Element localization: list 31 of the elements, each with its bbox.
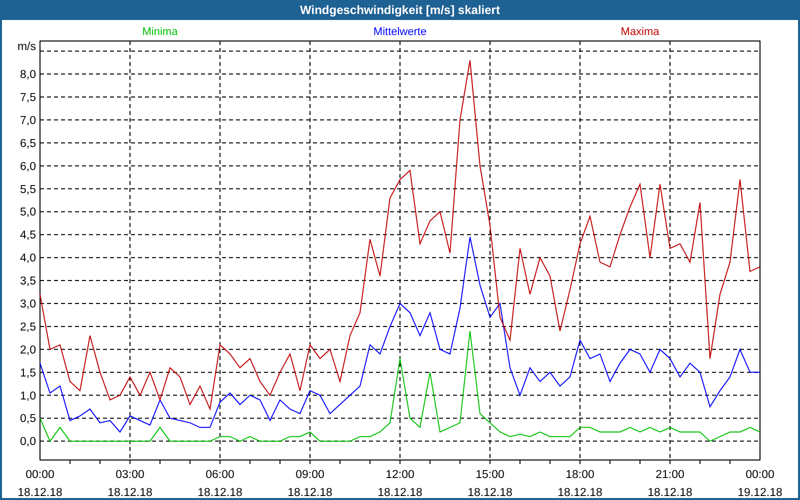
y-tick-label: 5,5 [20, 184, 36, 196]
legend-label: Maxima [620, 26, 660, 38]
y-tick-label: 3,0 [20, 298, 36, 310]
y-tick-label: 4,0 [20, 252, 36, 265]
x-tick-label: 18:00 18.12.18 [558, 469, 602, 498]
y-tick-label: 0,0 [20, 436, 36, 448]
x-tick-label: 12:00 18.12.18 [378, 469, 422, 498]
y-tick-label: 6,5 [20, 138, 36, 150]
x-tick-label: 00:00 19.12.18 [738, 469, 782, 498]
y-tick-label: 2,0 [20, 344, 36, 356]
legend-label: Mittelwerte [373, 26, 427, 38]
y-tick-label: 1,5 [20, 367, 36, 380]
y-tick-label: 7,0 [20, 114, 36, 127]
window-title: Windgeschwindigkeit [m/s] skaliert [299, 2, 501, 19]
legend-label: Minima [142, 26, 178, 38]
y-axis-label: m/s [17, 41, 36, 54]
x-tick-label: 06:00 18.12.18 [198, 469, 242, 498]
y-tick-label: 5,0 [20, 206, 36, 219]
y-tick-label: 1,0 [20, 390, 36, 402]
y-tick-label: 8,0 [20, 69, 36, 82]
y-tick-label: 2,5 [20, 321, 36, 334]
y-tick-label: 3,5 [20, 276, 36, 288]
y-tick-label: 0,5 [20, 413, 36, 426]
y-tick-label: 6,0 [20, 160, 36, 173]
x-tick-label: 03:00 18.12.18 [108, 469, 152, 498]
x-tick-label: 00:00 18.12.18 [18, 469, 62, 498]
y-tick-label: 4,5 [20, 230, 36, 242]
x-tick-label: 21:00 18.12.18 [648, 469, 692, 498]
x-tick-label: 09:00 18.12.18 [288, 469, 332, 498]
y-tick-label: 7,5 [20, 92, 36, 104]
x-tick-label: 15:00 18.12.18 [468, 469, 512, 498]
